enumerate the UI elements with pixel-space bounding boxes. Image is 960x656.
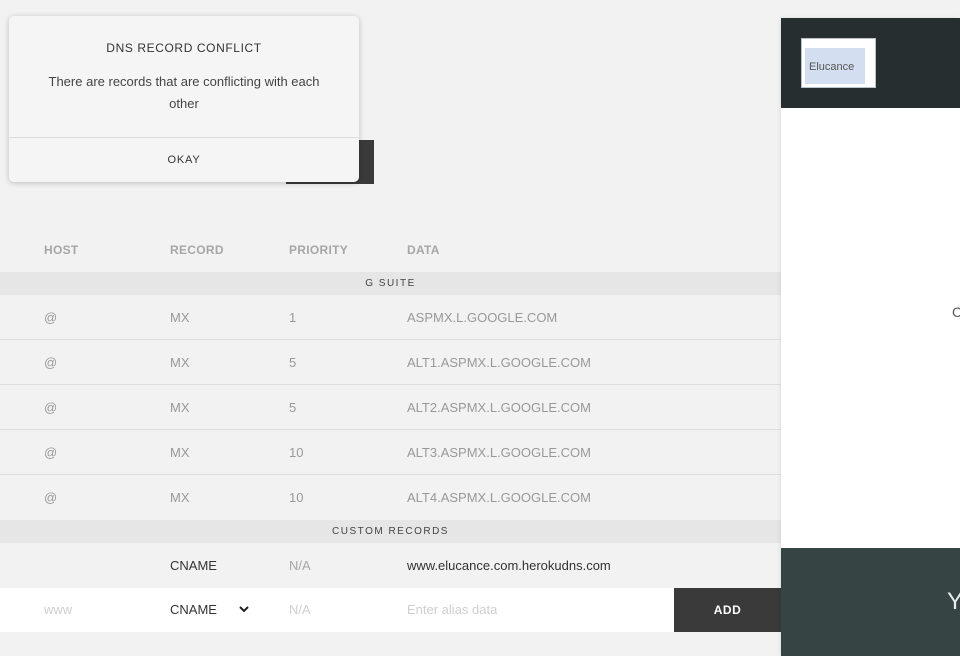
site-preview: Elucance C Y <box>781 18 960 656</box>
cell-data: ASPMX.L.GOOGLE.COM <box>407 310 558 325</box>
section-gsuite: G SUITE <box>0 272 781 295</box>
data-input[interactable]: Enter alias data <box>407 588 497 632</box>
header-priority: PRIORITY <box>289 243 349 257</box>
cell-data: ALT2.ASPMX.L.GOOGLE.COM <box>407 400 591 415</box>
preview-text-fragment: C <box>952 304 960 320</box>
cell-record: MX <box>170 445 190 460</box>
cell-priority: 5 <box>289 355 297 370</box>
cell-priority: 1 <box>289 310 297 325</box>
cell-priority: 10 <box>289 490 304 505</box>
table-row: @ MX 10 ALT4.ASPMX.L.GOOGLE.COM <box>0 475 781 520</box>
preview-logo: Elucance <box>801 38 876 88</box>
cell-priority: N/A <box>289 558 311 573</box>
cell-priority: 10 <box>289 445 304 460</box>
table-header: HOST RECORD PRIORITY DATA <box>0 230 781 272</box>
preview-footer: Y <box>781 548 960 656</box>
cell-data: ALT4.ASPMX.L.GOOGLE.COM <box>407 490 591 505</box>
add-button[interactable]: ADD <box>674 588 781 632</box>
cell-host: @ <box>44 445 58 460</box>
header-record: RECORD <box>170 243 224 257</box>
table-row: @ MX 1 ASPMX.L.GOOGLE.COM <box>0 295 781 340</box>
cell-record: MX <box>170 310 190 325</box>
cell-priority: 5 <box>289 400 297 415</box>
cell-host: @ <box>44 310 58 325</box>
preview-footer-text-fragment: Y <box>947 588 960 615</box>
chevron-down-icon[interactable] <box>238 603 250 615</box>
cell-record: MX <box>170 490 190 505</box>
cell-data: ALT3.ASPMX.L.GOOGLE.COM <box>407 445 591 460</box>
cell-record: MX <box>170 355 190 370</box>
custom-rows: CNAME N/A www.elucance.com.herokudns.com <box>0 543 781 588</box>
cell-host: @ <box>44 400 58 415</box>
table-row: @ MX 5 ALT2.ASPMX.L.GOOGLE.COM <box>0 385 781 430</box>
cell-record: MX <box>170 400 190 415</box>
add-record-row: www CNAME N/A Enter alias data ADD <box>0 588 781 632</box>
cell-host: @ <box>44 490 58 505</box>
cell-data: ALT1.ASPMX.L.GOOGLE.COM <box>407 355 591 370</box>
table-row: CNAME N/A www.elucance.com.herokudns.com <box>0 543 781 588</box>
priority-input[interactable]: N/A <box>289 588 311 632</box>
section-custom-records: CUSTOM RECORDS <box>0 520 781 543</box>
cell-data: www.elucance.com.herokudns.com <box>407 558 611 573</box>
cell-host: @ <box>44 355 58 370</box>
gsuite-rows: @ MX 1 ASPMX.L.GOOGLE.COM @ MX 5 ALT1.AS… <box>0 295 781 520</box>
header-data: DATA <box>407 243 440 257</box>
okay-button[interactable]: OKAY <box>9 138 359 182</box>
preview-header: Elucance <box>781 18 960 108</box>
table-row: @ MX 5 ALT1.ASPMX.L.GOOGLE.COM <box>0 340 781 385</box>
cell-record: CNAME <box>170 558 217 573</box>
dialog-title: DNS RECORD CONFLICT <box>106 41 262 55</box>
host-input[interactable]: www <box>44 588 72 632</box>
dns-records-table: HOST RECORD PRIORITY DATA G SUITE @ MX 1… <box>0 230 781 632</box>
table-row: @ MX 10 ALT3.ASPMX.L.GOOGLE.COM <box>0 430 781 475</box>
dialog-message: There are records that are conflicting w… <box>48 74 320 111</box>
logo-text: Elucance <box>809 61 855 73</box>
header-host: HOST <box>44 243 79 257</box>
dns-conflict-dialog: DNS RECORD CONFLICT There are records th… <box>9 16 359 182</box>
